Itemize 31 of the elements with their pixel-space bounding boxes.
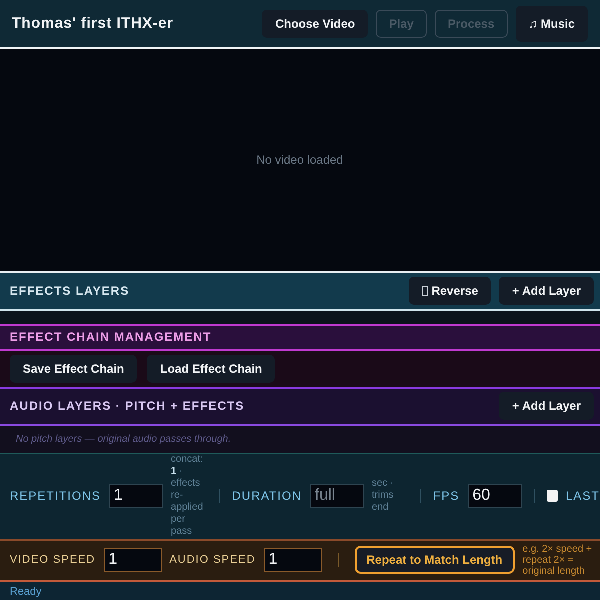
chain-button[interactable]: Load Effect Chain <box>147 354 276 383</box>
hint-text: sec · trims end <box>372 478 395 514</box>
input-field[interactable]: full <box>310 484 364 508</box>
input-field[interactable]: 1 <box>104 548 162 572</box>
field-label: FPS <box>433 489 460 504</box>
repeat-button[interactable]: Repeat to Match Length <box>354 546 515 574</box>
section-title: EFFECT CHAIN MANAGEMENT <box>10 330 212 344</box>
input-field[interactable]: 1 <box>264 548 322 572</box>
field-label: AUDIO SPEED <box>170 554 256 566</box>
section-title: AUDIO LAYERS · PITCH + EFFECTS <box>10 399 245 414</box>
status-text: Ready <box>10 586 42 598</box>
reverse-button[interactable]: Reverse <box>409 277 492 306</box>
hint-text: concat: 1 · effects re-applied per pass <box>171 454 204 538</box>
field-label: VIDEO SPEED <box>10 554 96 566</box>
field-label: DURATION <box>232 489 302 504</box>
section-title: EFFECTS LAYERS <box>10 284 130 298</box>
add-layer-button[interactable]: + Add Layer <box>499 392 594 420</box>
box-icon <box>422 286 428 296</box>
checkbox-label: LAST <box>566 489 600 504</box>
add-layer-button[interactable]: + Add Layer <box>499 277 594 306</box>
chain-button[interactable]: Save Effect Chain <box>10 354 138 383</box>
video-placeholder-text: No video loaded <box>256 153 344 168</box>
hint-text: e.g. 2× speed + repeat 2× = original length <box>522 544 594 577</box>
input-field[interactable]: 1 <box>109 484 164 508</box>
header-button[interactable]: Choose Video <box>262 10 368 38</box>
checkbox[interactable] <box>546 490 558 502</box>
app-title: Thomas' first ITHX-er <box>12 15 174 32</box>
input-field[interactable]: 60 <box>468 484 522 508</box>
empty-note: No pitch layers — original audio passes through. <box>0 426 600 454</box>
field-label: REPETITIONS <box>10 489 102 504</box>
header-button[interactable]: ♫ Music <box>516 6 588 42</box>
